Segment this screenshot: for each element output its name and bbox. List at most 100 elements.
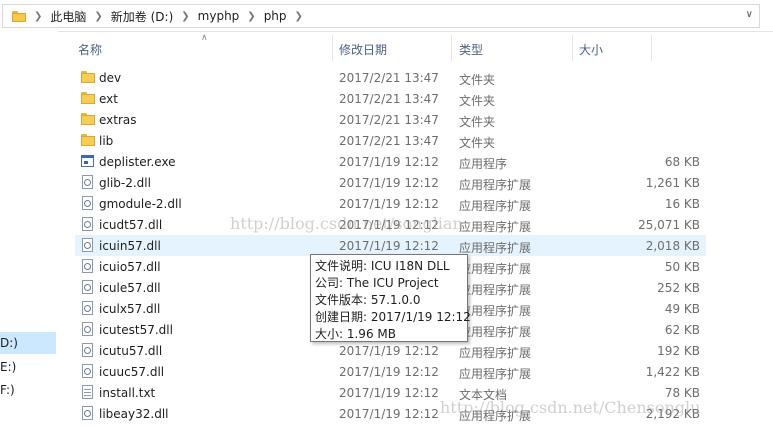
file-type: 应用程序扩展	[459, 262, 532, 276]
dll-file-icon	[81, 343, 93, 357]
dll-file-icon	[81, 322, 93, 336]
nav-item-drive-e[interactable]: E:)	[0, 356, 56, 378]
file-size: 50 KB	[664, 260, 700, 274]
column-header-type[interactable]: 类型	[459, 41, 483, 58]
file-date: 2017/1/19 12:12	[339, 344, 439, 358]
file-type: 应用程序扩展	[459, 241, 532, 255]
file-date: 2017/1/19 12:12	[339, 365, 439, 379]
column-divider[interactable]	[451, 35, 452, 61]
folder-icon	[81, 133, 95, 147]
breadcrumb-php[interactable]: php	[264, 9, 287, 23]
file-size: 2,192 KB	[645, 407, 700, 421]
file-type: 应用程序扩展	[459, 199, 532, 213]
file-date: 2017/1/19 12:12	[339, 407, 439, 421]
nav-item-drive-f[interactable]: F:)	[0, 379, 56, 401]
file-row[interactable]: icutu57.dll 2017/1/19 12:12 应用程序扩展 192 KB	[75, 340, 706, 361]
breadcrumb-this-pc[interactable]: 此电脑	[50, 8, 86, 25]
dll-file-icon	[81, 280, 93, 294]
file-size: 25,071 KB	[638, 218, 700, 232]
column-header-date[interactable]: 修改日期	[339, 41, 387, 58]
chevron-right-icon[interactable]: ❯	[34, 11, 42, 22]
file-name: icuuc57.dll	[99, 365, 165, 379]
file-size: 49 KB	[664, 302, 700, 316]
file-row[interactable]: glib-2.dll 2017/1/19 12:12 应用程序扩展 1,261 KB	[75, 172, 706, 193]
address-bar: ❯ 此电脑 ❯ 新加卷 (D:) ❯ myphp ❯ php ❯ ∨	[0, 0, 773, 32]
file-row[interactable]: lib 2017/2/21 13:47 文件夹	[75, 130, 706, 151]
file-row[interactable]: deplister.exe 2017/1/19 12:12 应用程序 68 KB	[75, 151, 706, 172]
file-size: 62 KB	[664, 323, 700, 337]
dll-file-icon	[81, 364, 93, 378]
tooltip-company: 公司: The ICU Project	[315, 276, 439, 290]
file-size: 192 KB	[657, 344, 700, 358]
tooltip-description: 文件说明: ICU I18N DLL	[315, 259, 450, 273]
file-type: 应用程序扩展	[459, 325, 532, 339]
dll-file-icon	[81, 196, 93, 210]
file-name: lib	[99, 134, 114, 148]
file-size: 16 KB	[664, 197, 700, 211]
navigation-pane: D:) E:) F:)	[0, 31, 58, 428]
file-name: icuin57.dll	[99, 239, 161, 253]
chevron-right-icon[interactable]: ❯	[181, 11, 189, 22]
file-row[interactable]: icuin57.dll 2017/1/19 12:12 应用程序扩展 2,018 KB	[75, 235, 706, 256]
column-divider[interactable]	[332, 35, 333, 61]
file-name: ext	[99, 92, 118, 106]
file-row[interactable]: dev 2017/2/21 13:47 文件夹	[75, 67, 706, 88]
file-name: icutest57.dll	[99, 323, 173, 337]
column-divider[interactable]	[651, 35, 652, 61]
file-date: 2017/1/19 12:12	[339, 239, 439, 253]
file-name: gmodule-2.dll	[99, 197, 182, 211]
tooltip-created: 创建日期: 2017/1/19 12:12	[315, 310, 471, 324]
file-size: 68 KB	[664, 155, 700, 169]
file-type: 应用程序扩展	[459, 409, 532, 423]
file-name: iculx57.dll	[99, 302, 161, 316]
sort-ascending-icon: ∧	[201, 33, 208, 43]
file-name: icuio57.dll	[99, 260, 161, 274]
file-name: deplister.exe	[99, 155, 176, 169]
column-header: ∧ 名称 修改日期 类型 大小	[58, 31, 773, 61]
folder-icon	[12, 10, 26, 22]
file-row[interactable]: ext 2017/2/21 13:47 文件夹	[75, 88, 706, 109]
dll-file-icon	[81, 217, 93, 231]
chevron-right-icon[interactable]: ❯	[94, 11, 102, 22]
file-type: 文件夹	[459, 115, 496, 129]
chevron-down-icon[interactable]: ∨	[746, 9, 753, 20]
column-header-name[interactable]: 名称	[78, 41, 102, 58]
file-date: 2017/2/21 13:47	[339, 113, 439, 127]
column-divider[interactable]	[572, 35, 573, 61]
chevron-right-icon[interactable]: ❯	[247, 11, 255, 22]
file-type: 文本文档	[459, 388, 508, 402]
file-name: dev	[99, 71, 122, 85]
file-date: 2017/1/19 12:12	[339, 386, 439, 400]
dll-file-icon	[81, 301, 93, 315]
file-size: 2,018 KB	[645, 239, 700, 253]
nav-item-drive-d[interactable]: D:)	[0, 332, 56, 354]
file-type: 应用程序扩展	[459, 178, 532, 192]
file-name: glib-2.dll	[99, 176, 151, 190]
file-date: 2017/1/19 12:12	[339, 176, 439, 190]
file-name: libeay32.dll	[99, 407, 169, 421]
file-info-tooltip: 文件说明: ICU I18N DLL 公司: The ICU Project 文…	[310, 254, 471, 342]
column-header-size[interactable]: 大小	[579, 41, 603, 58]
address-box[interactable]: ❯ 此电脑 ❯ 新加卷 (D:) ❯ myphp ❯ php ❯ ∨	[2, 4, 760, 28]
file-type: 应用程序	[459, 157, 508, 171]
file-type: 文件夹	[459, 94, 496, 108]
file-date: 2017/2/21 13:47	[339, 71, 439, 85]
file-type: 应用程序扩展	[459, 346, 532, 360]
file-row[interactable]: install.txt 2017/1/19 12:12 文本文档 78 KB	[75, 382, 706, 403]
file-date: 2017/1/19 12:12	[339, 155, 439, 169]
breadcrumb-myphp[interactable]: myphp	[198, 9, 240, 23]
breadcrumb-drive-d[interactable]: 新加卷 (D:)	[111, 8, 173, 25]
tooltip-size: 大小: 1.96 MB	[315, 327, 396, 341]
application-icon	[81, 154, 94, 168]
file-row[interactable]: gmodule-2.dll 2017/1/19 12:12 应用程序扩展 16 KB	[75, 193, 706, 214]
file-row[interactable]: icuuc57.dll 2017/1/19 12:12 应用程序扩展 1,422 KB	[75, 361, 706, 382]
dll-file-icon	[81, 238, 93, 252]
file-name: extras	[99, 113, 137, 127]
file-date: 2017/2/21 13:47	[339, 134, 439, 148]
file-row[interactable]: libeay32.dll 2017/1/19 12:12 应用程序扩展 2,192 K…	[75, 403, 706, 424]
file-row[interactable]: extras 2017/2/21 13:47 文件夹	[75, 109, 706, 130]
dll-file-icon	[81, 259, 93, 273]
folder-icon	[81, 91, 95, 105]
file-row[interactable]: icudt57.dll 2017/1/19 12:12 应用程序扩展 25,071 K…	[75, 214, 706, 235]
chevron-right-icon[interactable]: ❯	[295, 11, 303, 22]
